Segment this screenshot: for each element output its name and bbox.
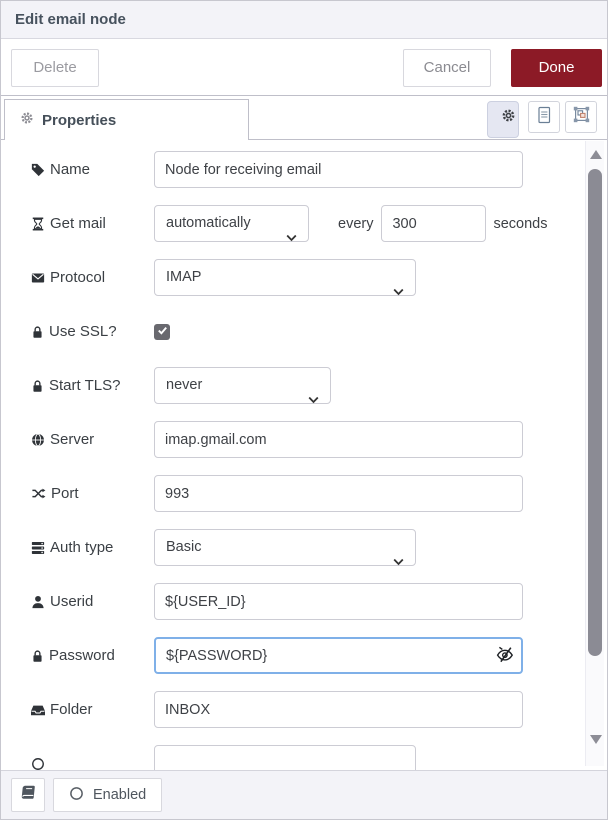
node-enabled-toggle[interactable]: Enabled — [53, 778, 162, 812]
interval-input[interactable] — [381, 205, 486, 242]
lock-icon — [31, 379, 44, 393]
cancel-button[interactable]: Cancel — [403, 49, 491, 87]
gear-icon — [501, 102, 516, 137]
chevron-down-icon — [393, 275, 404, 310]
form-row-port: Port — [31, 475, 607, 512]
form-row-auth-type: Auth type Basic — [31, 529, 607, 566]
done-button[interactable]: Done — [511, 49, 602, 87]
properties-form: Name Get mail automatically — [1, 140, 607, 771]
dialog-footer: Enabled — [1, 770, 607, 819]
tab-properties[interactable]: Properties — [4, 99, 249, 140]
description-tab-button[interactable] — [528, 101, 560, 133]
chevron-down-icon — [286, 221, 297, 256]
eye-slash-icon[interactable] — [496, 646, 514, 663]
tag-icon — [31, 163, 45, 177]
every-label: every — [338, 216, 373, 232]
server-stack-icon — [31, 541, 45, 555]
form-row-userid: Userid — [31, 583, 607, 620]
dialog-button-bar: Delete Cancel Done — [1, 40, 607, 96]
shuffle-icon — [31, 487, 46, 500]
gear-icon — [20, 111, 34, 129]
use-ssl-label: Use SSL? — [49, 323, 117, 340]
dialog-title: Edit email node — [1, 1, 607, 39]
hourglass-icon — [31, 217, 45, 231]
form-row-protocol: Protocol IMAP — [31, 259, 607, 296]
scrollbar-thumb[interactable] — [588, 169, 602, 656]
form-row-start-tls: Start TLS? never — [31, 367, 607, 404]
protocol-select[interactable]: IMAP — [154, 259, 416, 296]
appearance-tab-button[interactable] — [565, 101, 597, 133]
form-row-password: Password — [31, 637, 607, 674]
auth-type-label: Auth type — [50, 539, 113, 556]
name-label: Name — [50, 161, 90, 178]
seconds-label: seconds — [493, 216, 547, 232]
circle-icon — [69, 786, 84, 805]
scroll-down-arrow-icon[interactable] — [590, 735, 602, 744]
node-help-button[interactable] — [11, 778, 45, 812]
port-input[interactable] — [154, 475, 523, 512]
check-icon — [157, 323, 168, 341]
book-icon — [20, 785, 36, 806]
start-tls-select[interactable]: never — [154, 367, 331, 404]
lock-icon — [31, 325, 44, 339]
document-icon — [536, 106, 552, 129]
user-icon — [31, 595, 45, 609]
form-row-name: Name — [31, 151, 607, 188]
use-ssl-checkbox[interactable] — [154, 324, 170, 340]
auth-type-select[interactable]: Basic — [154, 529, 416, 566]
partial-select[interactable] — [154, 745, 416, 771]
properties-tab-button[interactable] — [487, 101, 519, 138]
chevron-down-icon — [308, 383, 319, 418]
form-row-partial — [31, 745, 607, 771]
protocol-label: Protocol — [50, 269, 105, 286]
globe-icon — [31, 433, 45, 447]
inbox-icon — [31, 703, 45, 717]
appearance-frame-icon — [573, 106, 590, 128]
folder-label: Folder — [50, 701, 93, 718]
envelope-icon — [31, 271, 45, 285]
scroll-up-arrow-icon[interactable] — [590, 150, 602, 159]
name-input[interactable] — [154, 151, 523, 188]
dot-icon — [31, 757, 45, 771]
folder-input[interactable] — [154, 691, 523, 728]
get-mail-select[interactable]: automatically — [154, 205, 309, 242]
tab-properties-label: Properties — [42, 112, 116, 129]
userid-label: Userid — [50, 593, 93, 610]
password-label: Password — [49, 647, 115, 664]
enabled-label: Enabled — [93, 787, 146, 803]
password-input[interactable] — [154, 637, 523, 674]
form-row-server: Server — [31, 421, 607, 458]
port-label: Port — [51, 485, 79, 502]
chevron-down-icon — [393, 545, 404, 580]
edit-email-node-dialog: Edit email node Delete Cancel Done Prope… — [0, 0, 608, 820]
userid-input[interactable] — [154, 583, 523, 620]
server-input[interactable] — [154, 421, 523, 458]
get-mail-label: Get mail — [50, 215, 106, 232]
form-scrollbar[interactable] — [585, 141, 604, 766]
tab-strip: Properties — [1, 97, 607, 140]
form-row-get-mail: Get mail automatically every seconds — [31, 205, 607, 242]
server-label: Server — [50, 431, 94, 448]
form-row-use-ssl: Use SSL? — [31, 313, 607, 350]
start-tls-label: Start TLS? — [49, 377, 120, 394]
form-row-folder: Folder — [31, 691, 607, 728]
lock-icon — [31, 649, 44, 663]
delete-button[interactable]: Delete — [11, 49, 99, 87]
